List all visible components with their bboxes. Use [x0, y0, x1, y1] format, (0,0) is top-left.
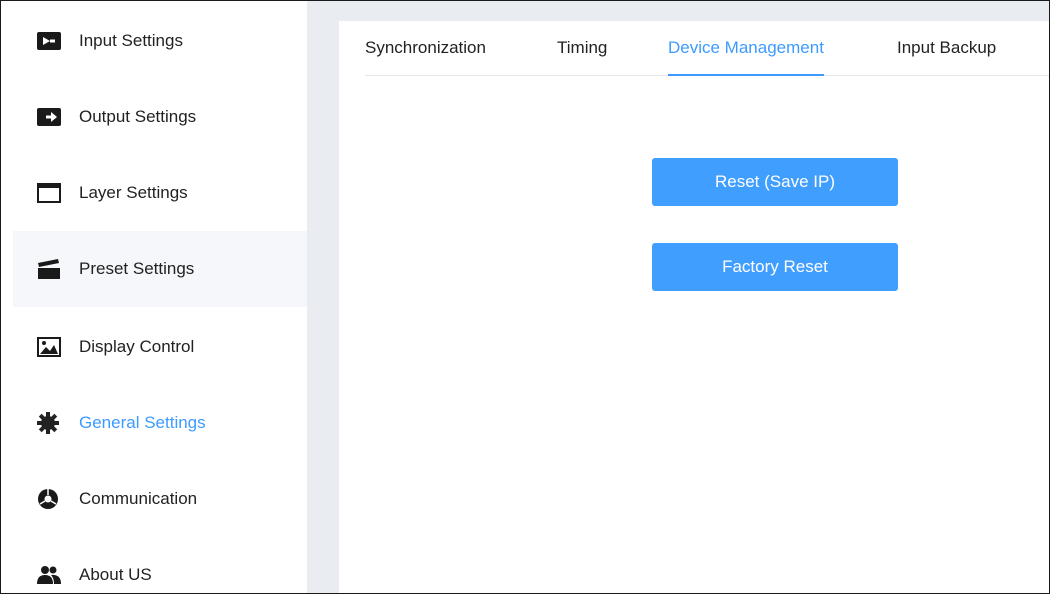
- tab-label: Timing: [557, 38, 608, 57]
- layer-settings-icon: [37, 182, 63, 204]
- sidebar-item-label: Output Settings: [79, 107, 197, 126]
- sidebar-item-label: Layer Settings: [79, 183, 188, 202]
- communication-icon: [37, 488, 63, 510]
- sidebar-item-label: Input Settings: [79, 31, 183, 50]
- tab-label: Device Management: [668, 38, 824, 57]
- tab-label: Input Backup: [897, 38, 997, 57]
- active-tab-indicator: [668, 74, 824, 76]
- sidebar-item-about-us[interactable]: About US: [13, 537, 307, 593]
- sidebar-item-label: Display Control: [79, 337, 195, 356]
- input-settings-icon: [37, 30, 63, 52]
- sidebar-item-preset-settings[interactable]: Preset Settings: [13, 231, 307, 307]
- output-settings-icon: [37, 106, 63, 128]
- tab-device-management[interactable]: Device Management: [668, 21, 824, 76]
- tab-timing[interactable]: Timing: [557, 21, 607, 75]
- preset-settings-icon: [37, 258, 63, 280]
- users-icon: [37, 564, 63, 586]
- sidebar-item-layer-settings[interactable]: Layer Settings: [13, 155, 307, 231]
- tab-input-backup[interactable]: Input Backup: [897, 21, 996, 75]
- sidebar-item-label: General Settings: [79, 413, 206, 432]
- sidebar-item-label: About US: [79, 565, 152, 584]
- sidebar-item-label: Communication: [79, 489, 198, 508]
- factory-reset-button[interactable]: Factory Reset: [652, 243, 898, 291]
- sidebar-item-general-settings[interactable]: General Settings: [13, 385, 307, 461]
- tab-synchronization[interactable]: Synchronization: [365, 21, 486, 75]
- sidebar-item-output-settings[interactable]: Output Settings: [13, 79, 307, 155]
- content-top-gutter: [307, 1, 1049, 21]
- tab-bar: Synchronization Timing Device Management…: [365, 21, 1049, 76]
- content-gutter: [307, 1, 339, 593]
- gear-icon: [37, 412, 63, 434]
- sidebar-item-display-control[interactable]: Display Control: [13, 309, 307, 385]
- main-panel: Synchronization Timing Device Management…: [339, 21, 1049, 593]
- reset-save-ip-button[interactable]: Reset (Save IP): [652, 158, 898, 206]
- sidebar-item-input-settings[interactable]: Input Settings: [13, 3, 307, 79]
- display-control-icon: [37, 336, 63, 358]
- sidebar-item-label: Preset Settings: [79, 259, 195, 278]
- sidebar: Input Settings Output Settings Layer Set…: [1, 1, 307, 593]
- app-window: Input Settings Output Settings Layer Set…: [0, 0, 1050, 594]
- sidebar-item-communication[interactable]: Communication: [13, 461, 307, 537]
- tab-label: Synchronization: [365, 38, 486, 57]
